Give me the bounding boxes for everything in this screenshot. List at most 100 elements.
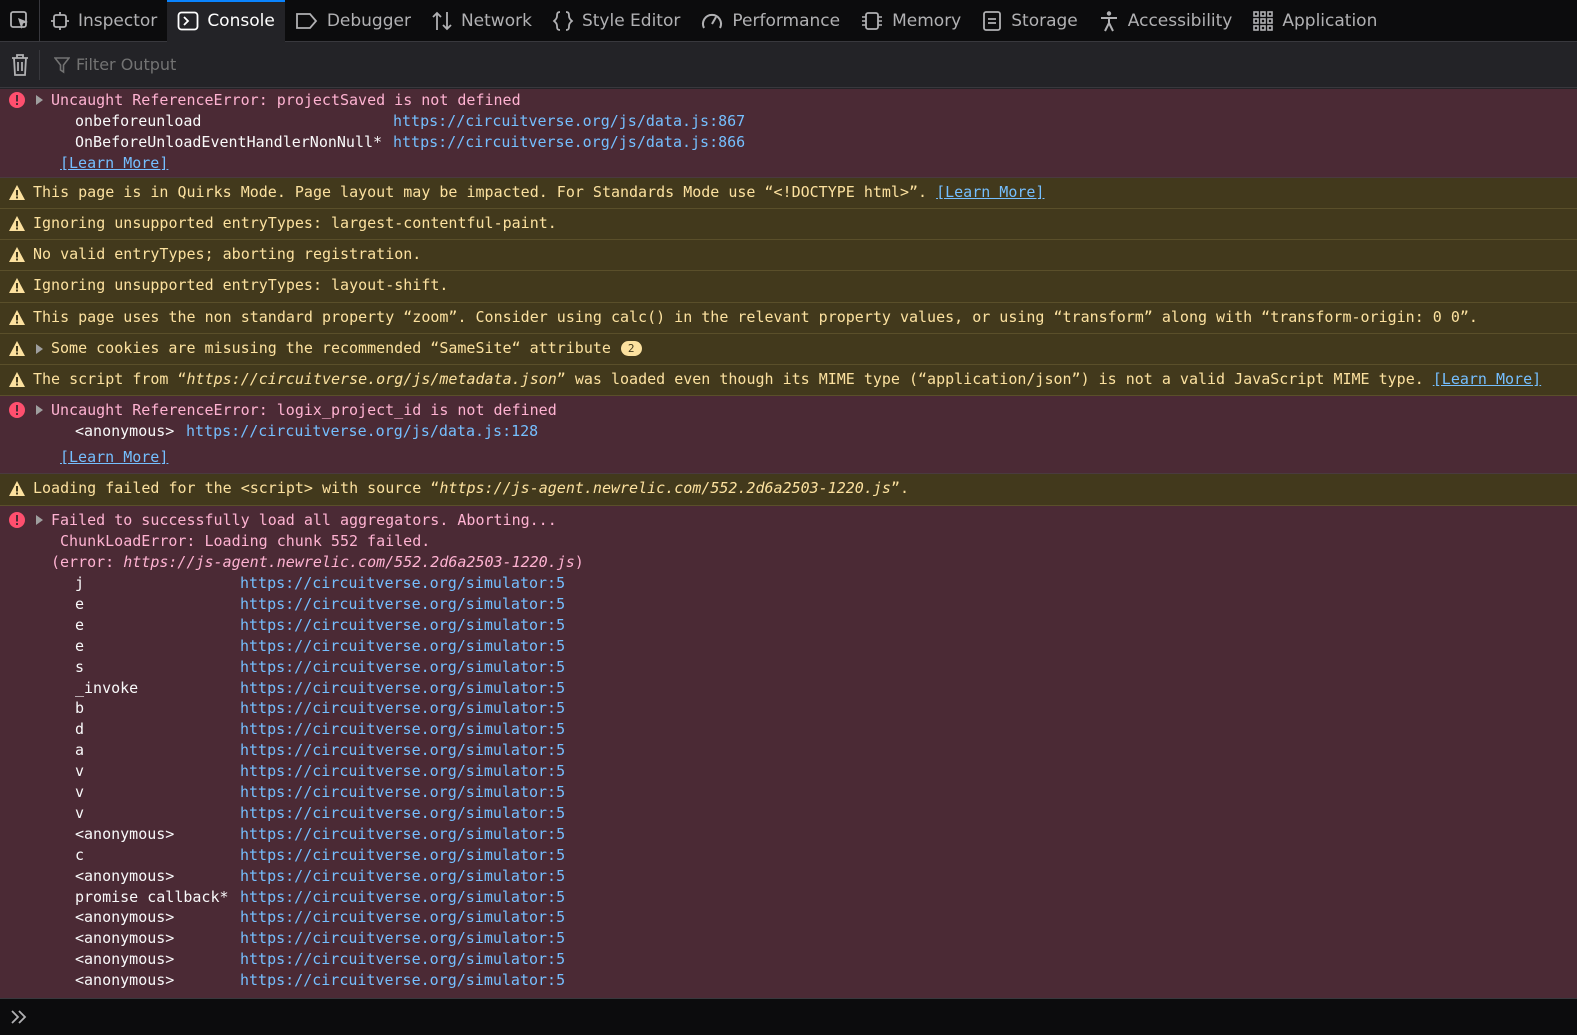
script-url: https://js-agent.newrelic.com/552.2d6a25… [439,479,891,497]
console-warning-message: Ignoring unsupported entryTypes: layout-… [0,271,1577,303]
tab-style-editor[interactable]: Style Editor [542,0,690,42]
tab-label: Debugger [326,11,411,31]
message-text: No valid entryTypes; aborting registrati… [33,245,422,263]
filter-output [40,55,476,74]
message-text: Some cookies are misusing the recommende… [51,338,642,359]
console-warning-message: This page is in Quirks Mode. Page layout… [0,178,1577,209]
warning-icon [9,278,25,293]
stack-frame-location[interactable]: https://circuitverse.org/simulator:5 [240,803,565,824]
console-error-message: Uncaught ReferenceError: projectSaved is… [0,89,1577,178]
element-picker-button[interactable] [0,0,40,41]
memory-icon [862,12,883,30]
stack-frame-function: a [75,741,85,760]
tab-console[interactable]: Console [167,0,285,42]
error-icon [9,402,25,418]
console-warning-message: This page uses the non standard property… [0,303,1577,334]
stack-frame-location[interactable]: https://circuitverse.org/simulator:5 [240,678,565,699]
stack-frame-location[interactable]: https://circuitverse.org/simulator:5 [240,782,565,803]
performance-icon [702,13,723,29]
tab-label: Performance [732,11,841,31]
expand-arrow[interactable] [36,344,43,354]
tab-inspector[interactable]: Inspector [40,0,167,42]
stack-frame-location[interactable]: https://circuitverse.org/simulator:5 [240,866,565,887]
expand-arrow[interactable] [36,95,43,105]
console-warning-message: The script from “https://circuitverse.or… [0,365,1577,396]
warning-icon [9,216,25,231]
stack-frame-location[interactable]: https://circuitverse.org/simulator:5 [240,887,565,908]
error-detail: ChunkLoadError: Loading chunk 552 failed… [60,532,431,550]
trash-icon [11,53,28,76]
tab-debugger[interactable]: Debugger [285,0,421,42]
stack-frame-function: s [75,657,85,676]
stack-frame-location[interactable]: https://circuitverse.org/simulator:5 [240,573,565,594]
stack-frame-function: e [75,636,85,655]
tab-label: Application [1282,11,1378,31]
warning-icon [9,310,25,325]
stack-frame-location[interactable]: https://circuitverse.org/simulator:5 [240,594,565,615]
tab-accessibility[interactable]: Accessibility [1088,0,1243,42]
accessibility-icon [1100,11,1117,32]
stack-frame-function: <anonymous> [75,824,175,843]
message-text: Loading failed for the <script> with sou… [33,479,909,497]
devtools-toolbar: Inspector Console Debugger Network Style… [0,0,1577,42]
message-text: This page uses the non standard property… [33,308,1478,326]
stack-frame-location[interactable]: https://circuitverse.org/simulator:5 [240,824,565,845]
console-warning-group[interactable]: Some cookies are misusing the recommende… [0,334,1577,365]
console-error-message: Uncaught ReferenceError: logix_project_i… [0,396,1577,474]
console-error-message: Failed to successfully load all aggregat… [0,506,1577,998]
expand-arrow[interactable] [36,405,43,415]
stack-frame-location[interactable]: https://circuitverse.org/simulator:5 [240,761,565,782]
message-text: Uncaught ReferenceError: projectSaved is… [51,91,521,109]
message-text: Ignoring unsupported entryTypes: layout-… [33,276,449,294]
filter-output-input[interactable] [76,55,476,74]
stack-frame-location[interactable]: https://circuitverse.org/simulator:5 [240,845,565,866]
stack-frame-function: b [75,699,85,718]
tab-application[interactable]: Application [1242,0,1387,42]
storage-icon [983,11,1002,31]
stack-frame-location[interactable]: https://circuitverse.org/js/data.js:128 [186,421,538,442]
tab-label: Memory [892,11,962,31]
stack-frame-location[interactable]: https://circuitverse.org/js/data.js:867 [393,111,745,132]
stack-frame-function: c [75,845,85,864]
stack-frame-location[interactable]: https://circuitverse.org/simulator:5 [240,657,565,678]
console-input[interactable] [0,998,1577,1035]
expand-arrow[interactable] [36,515,43,525]
warning-icon [9,372,25,387]
script-url: https://js-agent.newrelic.com/552.2d6a25… [123,553,575,571]
error-icon [9,512,25,528]
stack-frame-location[interactable]: https://circuitverse.org/simulator:5 [240,698,565,719]
stack-frame-location[interactable]: https://circuitverse.org/simulator:5 [240,636,565,657]
stack-frame-function: promise callback* [75,887,229,906]
warning-icon [9,341,25,356]
learn-more-link[interactable]: [Learn More] [936,183,1044,201]
stack-frame-location[interactable]: https://circuitverse.org/js/data.js:866 [393,132,745,153]
stack-frame-function: v [75,762,85,781]
learn-more-link[interactable]: [Learn More] [1433,370,1541,388]
stack-frame-location[interactable]: https://circuitverse.org/simulator:5 [240,740,565,761]
learn-more-link[interactable]: [Learn More] [60,153,168,174]
stack-frame-function: v [75,783,85,801]
stack-frame-location[interactable]: https://circuitverse.org/simulator:5 [240,907,565,928]
message-text: This page is in Quirks Mode. Page layout… [33,183,1045,201]
tab-label: Console [207,11,275,31]
network-icon [432,11,452,31]
stack-frame-function: d [75,720,85,739]
stack-frame-function: e [75,615,85,634]
clear-console-button[interactable] [0,49,40,80]
stack-frame-location[interactable]: https://circuitverse.org/simulator:5 [240,949,565,970]
tab-performance[interactable]: Performance [690,0,850,42]
console-warning-message: No valid entryTypes; aborting registrati… [0,240,1577,271]
console-warning-message: Loading failed for the <script> with sou… [0,474,1577,506]
stack-frame-function: <anonymous> [75,866,175,885]
stack-frame-location[interactable]: https://circuitverse.org/simulator:5 [240,928,565,949]
stack-frame-location[interactable]: https://circuitverse.org/simulator:5 [240,719,565,740]
tab-storage[interactable]: Storage [971,0,1088,42]
stack-frame-location[interactable]: https://circuitverse.org/simulator:5 [240,970,565,991]
stack-frame-function: <anonymous> [75,971,175,990]
learn-more-link[interactable]: [Learn More] [60,447,168,468]
stack-frame-location[interactable]: https://circuitverse.org/simulator:5 [240,615,565,636]
tab-memory[interactable]: Memory [850,0,971,42]
chevron-prompt-icon [11,1010,27,1024]
stack-frame-function: <anonymous> [75,950,175,969]
tab-network[interactable]: Network [421,0,542,42]
